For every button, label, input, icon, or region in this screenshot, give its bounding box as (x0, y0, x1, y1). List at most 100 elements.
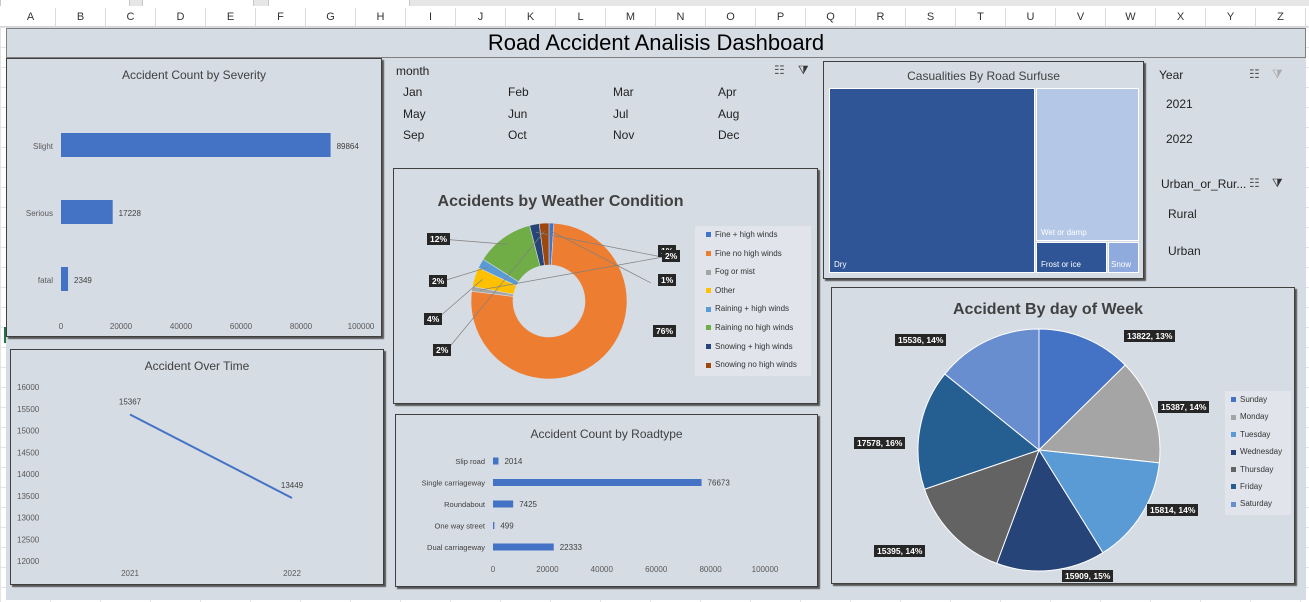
legend-item[interactable]: Monday (1231, 412, 1268, 421)
column-header[interactable]: T (956, 8, 1006, 26)
multi-select-icon[interactable]: ☷ (774, 63, 785, 77)
column-header[interactable]: N (656, 8, 706, 26)
treemap-frost[interactable]: Frost or ice (1036, 242, 1107, 273)
year-slicer[interactable]: Year ☷ ⧩ 2021 2022 (1153, 62, 1303, 162)
column-header[interactable]: P (756, 8, 806, 26)
legend-item[interactable]: Thursday (1231, 465, 1273, 474)
column-header[interactable]: G (306, 8, 356, 26)
category-label: Slight (33, 142, 54, 151)
month-item[interactable]: Aug (718, 107, 739, 121)
severity-bar[interactable] (61, 200, 113, 224)
column-header[interactable]: C (106, 8, 156, 26)
column-header[interactable]: O (706, 8, 756, 26)
column-header[interactable]: B (56, 8, 106, 26)
column-header[interactable]: Q (806, 8, 856, 26)
legend-item[interactable]: Raining + high winds (706, 304, 789, 313)
roadtype-bar[interactable] (493, 457, 499, 465)
multi-select-icon[interactable]: ☷ (1249, 176, 1260, 190)
column-header[interactable]: M (606, 8, 656, 26)
area-slicer[interactable]: Urban_or_Rur... ☷ ⧩ Rural Urban (1153, 170, 1303, 270)
legend-item[interactable]: Saturday (1231, 499, 1272, 508)
month-item[interactable]: May (403, 107, 426, 121)
column-header[interactable]: L (556, 8, 606, 26)
clear-filter-icon[interactable]: ⧩ (798, 63, 809, 78)
dow-chart-panel[interactable]: Accident By day of Week 13822, 13% 15387,… (831, 287, 1295, 584)
legend-label: Other (715, 285, 736, 295)
weather-chart-panel[interactable]: Accidents by Weather Condition 1%76%1%4%… (393, 168, 818, 404)
month-item[interactable]: Jun (508, 107, 527, 121)
y-tick-label: 13500 (17, 492, 40, 501)
series-line[interactable] (129, 413, 293, 499)
month-item[interactable]: Jan (403, 85, 422, 99)
month-item[interactable]: Nov (613, 128, 634, 142)
month-item[interactable]: Sep (403, 128, 424, 142)
point-value-label: 13449 (281, 481, 304, 490)
y-tick-label: 14500 (17, 448, 40, 457)
area-item[interactable]: Rural (1168, 207, 1197, 221)
severity-bar[interactable] (61, 133, 331, 157)
column-header[interactable]: J (456, 8, 506, 26)
column-header[interactable]: Z (1256, 8, 1306, 26)
legend-item[interactable]: Raining no high winds (706, 323, 793, 332)
sheet-tab[interactable] (142, 0, 254, 6)
month-item[interactable]: Apr (718, 85, 737, 99)
legend-item[interactable]: Snowing no high winds (706, 360, 797, 369)
column-header[interactable]: I (406, 8, 456, 26)
column-header[interactable]: X (1156, 8, 1206, 26)
column-header[interactable]: E (206, 8, 256, 26)
legend-label: Fine no high winds (715, 248, 782, 258)
sheet-tab[interactable] (268, 0, 410, 6)
clear-filter-icon[interactable]: ⧩ (1272, 67, 1283, 82)
column-header[interactable]: R (856, 8, 906, 26)
column-header[interactable]: A (6, 8, 56, 26)
month-slicer[interactable]: month ☷ ⧩ Jan Feb Mar Apr May Jun Jul Aug Sep Oct… (393, 60, 818, 160)
legend-item[interactable]: Wednesday (1231, 447, 1282, 456)
column-header[interactable]: W (1106, 8, 1156, 26)
treemap-snow[interactable]: Snow (1108, 242, 1139, 273)
column-header[interactable]: H (356, 8, 406, 26)
column-header[interactable]: Y (1206, 8, 1256, 26)
surface-chart-panel[interactable]: Casualities By Road Surfuse Dry Wet or d… (823, 61, 1144, 279)
treemap-label-snow: Snow (1111, 260, 1132, 269)
year-item[interactable]: 2022 (1166, 132, 1193, 146)
month-item[interactable]: Oct (508, 128, 527, 142)
year-item[interactable]: 2021 (1166, 97, 1193, 111)
column-header[interactable]: V (1056, 8, 1106, 26)
legend-swatch (706, 288, 711, 294)
legend-label: Snowing + high winds (715, 341, 793, 351)
roadtype-bar[interactable] (493, 479, 702, 486)
column-header[interactable]: D (156, 8, 206, 26)
roadtype-bar[interactable] (493, 543, 554, 551)
area-item[interactable]: Urban (1168, 244, 1201, 258)
roadtype-chart-panel[interactable]: Accident Count by Roadtype Slip road 2014… (395, 414, 818, 587)
month-item[interactable]: Feb (508, 85, 529, 99)
legend-item[interactable]: Sunday (1231, 395, 1267, 404)
treemap-wet[interactable]: Wet or damp (1036, 88, 1139, 241)
column-header[interactable]: F (256, 8, 306, 26)
legend-item[interactable]: Tuesday (1231, 430, 1270, 439)
month-item[interactable]: Jul (613, 107, 628, 121)
legend-item[interactable]: Snowing + high winds (706, 342, 793, 351)
legend-item[interactable]: Friday (1231, 482, 1262, 491)
severity-bar[interactable] (61, 267, 69, 291)
legend-swatch (1231, 501, 1236, 507)
legend-item[interactable]: Fine no high winds (706, 249, 782, 258)
x-tick-label: 2021 (121, 569, 139, 578)
clear-filter-icon[interactable]: ⧩ (1272, 176, 1283, 191)
month-item[interactable]: Dec (718, 128, 739, 142)
column-header[interactable]: K (506, 8, 556, 26)
time-chart-panel[interactable]: Accident Over Time 16000 15500 15000 14500 1… (10, 349, 384, 585)
roadtype-bar[interactable] (493, 522, 495, 529)
dashboard-title-box[interactable]: Road Accident Analisis Dashboard (6, 28, 1306, 58)
multi-select-icon[interactable]: ☷ (1249, 67, 1260, 81)
roadtype-bar[interactable] (493, 500, 514, 508)
month-item[interactable]: Mar (613, 85, 634, 99)
sheet-tab[interactable] (0, 0, 130, 6)
legend-item[interactable]: Fog or mist (706, 267, 755, 276)
treemap-dry[interactable]: Dry (829, 88, 1035, 273)
legend-item[interactable]: Fine + high winds (706, 230, 777, 239)
data-label: 2% (662, 250, 681, 262)
legend-item[interactable]: Other (706, 286, 735, 295)
column-header[interactable]: U (1006, 8, 1056, 26)
column-header[interactable]: S (906, 8, 956, 26)
